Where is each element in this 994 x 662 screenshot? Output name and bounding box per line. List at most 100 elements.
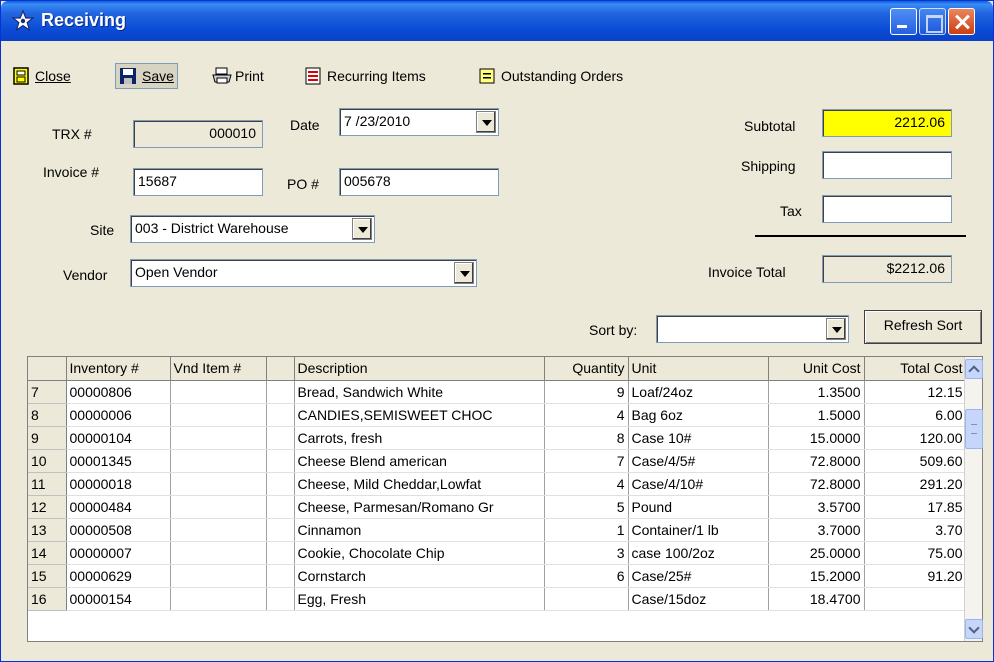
- vnd-item-cell[interactable]: [170, 426, 267, 450]
- vnd-item-cell[interactable]: [170, 587, 267, 611]
- description-cell[interactable]: Bread, Sandwich White: [294, 380, 545, 404]
- vertical-scrollbar[interactable]: [964, 357, 983, 641]
- inventory-cell[interactable]: 00000154: [66, 587, 171, 611]
- scroll-up-icon[interactable]: [965, 359, 983, 379]
- inventory-cell[interactable]: 00000806: [66, 380, 171, 404]
- shipping-field[interactable]: [822, 151, 952, 179]
- quantity-cell[interactable]: 9: [544, 380, 629, 404]
- inventory-cell[interactable]: 00000007: [66, 541, 171, 565]
- tax-field[interactable]: [822, 195, 952, 223]
- description-cell[interactable]: Cornstarch: [294, 564, 545, 588]
- table-row[interactable]: 7 00000806 Bread, Sandwich White 9 Loaf/24oz…: [28, 380, 967, 404]
- table-row[interactable]: 12 00000484 Cheese, Parmesan/Romano Gr 5 Pou…: [28, 495, 967, 519]
- date-picker[interactable]: 7 /23/2010: [339, 108, 499, 136]
- vnd-item-cell[interactable]: [170, 472, 267, 496]
- window-close-button[interactable]: [948, 8, 975, 35]
- total-cost-cell[interactable]: 12.15: [864, 380, 967, 404]
- total-cost-header[interactable]: Total Cost: [864, 357, 967, 381]
- recurring-items-button[interactable]: Recurring Items: [301, 63, 429, 89]
- chevron-down-icon[interactable]: [454, 262, 474, 284]
- unit-cell[interactable]: Pound: [628, 495, 769, 519]
- total-cost-cell[interactable]: 291.20: [864, 472, 967, 496]
- unit-cost-cell[interactable]: 18.4700: [768, 587, 865, 611]
- items-grid[interactable]: Inventory # Vnd Item # Description Quant…: [27, 356, 983, 642]
- unit-cell[interactable]: Container/1 lb: [628, 518, 769, 542]
- unit-cost-cell[interactable]: 1.5000: [768, 403, 865, 427]
- chevron-down-icon[interactable]: [352, 218, 372, 240]
- quantity-cell[interactable]: 3: [544, 541, 629, 565]
- vnd-item-cell[interactable]: [170, 518, 267, 542]
- unit-cell[interactable]: Case/25#: [628, 564, 769, 588]
- table-row[interactable]: 10 00001345 Cheese Blend american 7 Case/4/5…: [28, 449, 967, 473]
- close-button[interactable]: Close: [9, 63, 74, 89]
- quantity-cell[interactable]: 8: [544, 426, 629, 450]
- table-row[interactable]: 8 00000006 CANDIES,SEMISWEET CHOC 4 Bag 6oz 1…: [28, 403, 967, 427]
- vnd-item-cell[interactable]: [170, 449, 267, 473]
- inventory-cell[interactable]: 00000484: [66, 495, 171, 519]
- unit-cost-cell[interactable]: 15.2000: [768, 564, 865, 588]
- total-cost-cell[interactable]: 6.00: [864, 403, 967, 427]
- quantity-cell[interactable]: 1: [544, 518, 629, 542]
- vnd-item-cell[interactable]: [170, 495, 267, 519]
- total-cost-cell[interactable]: [864, 587, 967, 611]
- total-cost-cell[interactable]: 75.00: [864, 541, 967, 565]
- inventory-cell[interactable]: 00001345: [66, 449, 171, 473]
- outstanding-orders-button[interactable]: Outstanding Orders: [475, 63, 626, 89]
- unit-cost-cell[interactable]: 25.0000: [768, 541, 865, 565]
- quantity-cell[interactable]: 4: [544, 403, 629, 427]
- scroll-down-icon[interactable]: [965, 619, 983, 639]
- description-cell[interactable]: Cookie, Chocolate Chip: [294, 541, 545, 565]
- unit-cell[interactable]: Case/4/10#: [628, 472, 769, 496]
- po-field[interactable]: 005678: [339, 168, 499, 196]
- vnd-item-cell[interactable]: [170, 403, 267, 427]
- unit-cost-cell[interactable]: 72.8000: [768, 449, 865, 473]
- description-cell[interactable]: Egg, Fresh: [294, 587, 545, 611]
- description-cell[interactable]: Cheese Blend american: [294, 449, 545, 473]
- vnd-item-cell[interactable]: [170, 541, 267, 565]
- unit-cost-header[interactable]: Unit Cost: [768, 357, 865, 381]
- inventory-cell[interactable]: 00000104: [66, 426, 171, 450]
- total-cost-cell[interactable]: 120.00: [864, 426, 967, 450]
- total-cost-cell[interactable]: 91.20: [864, 564, 967, 588]
- table-row[interactable]: 13 00000508 Cinnamon 1 Container/1 lb 3.7000 3…: [28, 518, 967, 542]
- unit-cost-cell[interactable]: 1.3500: [768, 380, 865, 404]
- unit-cell[interactable]: Case/15doz: [628, 587, 769, 611]
- quantity-cell[interactable]: 6: [544, 564, 629, 588]
- table-row[interactable]: 9 00000104 Carrots, fresh 8 Case 10# 15.0000 1…: [28, 426, 967, 450]
- table-row[interactable]: 16 00000154 Egg, Fresh Case/15doz 18.4700: [28, 587, 967, 611]
- description-cell[interactable]: Cinnamon: [294, 518, 545, 542]
- unit-header[interactable]: Unit: [628, 357, 769, 381]
- quantity-cell[interactable]: 7: [544, 449, 629, 473]
- sort-by-select[interactable]: [656, 315, 849, 343]
- vnd-item-cell[interactable]: [170, 380, 267, 404]
- total-cost-cell[interactable]: 17.85: [864, 495, 967, 519]
- scroll-thumb[interactable]: [965, 409, 983, 449]
- table-row[interactable]: 11 00000018 Cheese, Mild Cheddar,Lowfat 4 Ca…: [28, 472, 967, 496]
- chevron-down-icon[interactable]: [826, 318, 846, 340]
- vnd-item-cell[interactable]: [170, 564, 267, 588]
- minimize-button[interactable]: [890, 8, 917, 35]
- invoice-field[interactable]: 15687: [133, 168, 263, 196]
- unit-cost-cell[interactable]: 15.0000: [768, 426, 865, 450]
- table-row[interactable]: 15 00000629 Cornstarch 6 Case/25# 15.2000 91.2…: [28, 564, 967, 588]
- total-cost-cell[interactable]: 509.60: [864, 449, 967, 473]
- quantity-cell[interactable]: [544, 587, 629, 611]
- description-cell[interactable]: Cheese, Mild Cheddar,Lowfat: [294, 472, 545, 496]
- quantity-header[interactable]: Quantity: [544, 357, 629, 381]
- unit-cell[interactable]: Loaf/24oz: [628, 380, 769, 404]
- save-button[interactable]: Save: [115, 63, 178, 89]
- unit-cell[interactable]: Case/4/5#: [628, 449, 769, 473]
- inventory-cell[interactable]: 00000508: [66, 518, 171, 542]
- refresh-sort-button[interactable]: Refresh Sort: [864, 310, 982, 344]
- description-cell[interactable]: CANDIES,SEMISWEET CHOC: [294, 403, 545, 427]
- quantity-cell[interactable]: 4: [544, 472, 629, 496]
- table-row[interactable]: 14 00000007 Cookie, Chocolate Chip 3 case 10…: [28, 541, 967, 565]
- unit-cell[interactable]: case 100/2oz: [628, 541, 769, 565]
- unit-cost-cell[interactable]: 3.5700: [768, 495, 865, 519]
- unit-cell[interactable]: Bag 6oz: [628, 403, 769, 427]
- quantity-cell[interactable]: 5: [544, 495, 629, 519]
- unit-cost-cell[interactable]: 72.8000: [768, 472, 865, 496]
- description-cell[interactable]: Carrots, fresh: [294, 426, 545, 450]
- description-cell[interactable]: Cheese, Parmesan/Romano Gr: [294, 495, 545, 519]
- total-cost-cell[interactable]: 3.70: [864, 518, 967, 542]
